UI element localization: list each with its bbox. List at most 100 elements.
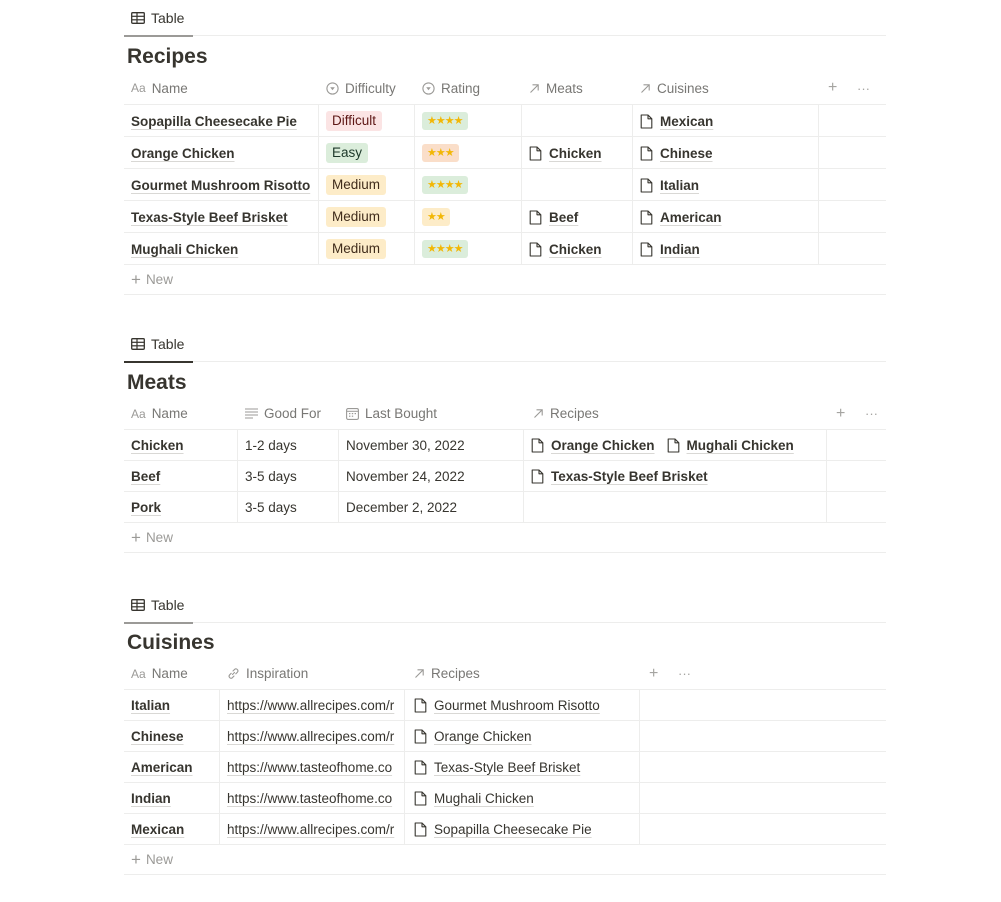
more-options-button[interactable]: ··· — [857, 71, 870, 105]
meat-relation[interactable]: Beef — [529, 210, 578, 225]
recipes-cell[interactable]: Texas-Style Beef Brisket — [405, 752, 640, 783]
empty-cell[interactable] — [640, 752, 886, 783]
empty-cell[interactable] — [819, 233, 886, 265]
inspiration-cell[interactable]: https://www.allrecipes.com/r — [220, 721, 405, 752]
cuisine-name[interactable]: Indian — [131, 791, 171, 806]
inspiration-cell[interactable]: https://www.tasteofhome.co — [220, 752, 405, 783]
recipe-name[interactable]: Gourmet Mushroom Risotto — [131, 178, 310, 193]
cuisines-table-view-tab[interactable]: Table — [124, 587, 193, 624]
recipe-relation[interactable]: Orange Chicken — [531, 438, 655, 453]
inspiration-cell[interactable]: https://www.allrecipes.com/r — [220, 814, 405, 845]
column-header-last-bought[interactable]: Last Bought — [339, 397, 437, 430]
cuisine-name[interactable]: Chinese — [131, 729, 184, 744]
recipes-cell[interactable]: Orange Chicken — [405, 721, 640, 752]
column-header-name[interactable]: Aa Name — [124, 397, 188, 430]
name-cell[interactable]: Pork — [124, 492, 238, 523]
recipe-relation[interactable]: Orange Chicken — [414, 729, 532, 744]
recipe-relation[interactable]: Mughali Chicken — [414, 791, 534, 806]
cuisine-name[interactable]: Mexican — [131, 822, 184, 837]
name-cell[interactable]: Sopapilla Cheesecake Pie — [124, 105, 319, 137]
recipes-table-view-tab[interactable]: Table — [124, 0, 193, 37]
empty-cell[interactable] — [819, 137, 886, 169]
new-row-button[interactable]: + New — [124, 523, 886, 553]
name-cell[interactable]: American — [124, 752, 220, 783]
column-header-good-for[interactable]: Good For — [238, 397, 321, 430]
rating-cell[interactable]: ★★ — [415, 201, 522, 233]
rating-cell[interactable]: ★★★★ — [415, 169, 522, 201]
cuisines-cell[interactable]: Indian — [633, 233, 819, 265]
inspiration-cell[interactable]: https://www.tasteofhome.co — [220, 783, 405, 814]
inspiration-cell[interactable]: https://www.allrecipes.com/r — [220, 690, 405, 721]
table-row[interactable]: Italian https://www.allrecipes.com/r Gourm… — [124, 690, 886, 721]
recipes-cell[interactable]: Orange Chicken Mughali Chicken — [524, 430, 827, 461]
add-column-button[interactable]: + — [828, 71, 837, 105]
name-cell[interactable]: Texas-Style Beef Brisket — [124, 201, 319, 233]
rating-cell[interactable]: ★★★★ — [415, 105, 522, 137]
table-row[interactable]: Sopapilla Cheesecake Pie Difficult ★★★★ Mex… — [124, 105, 886, 137]
meat-name[interactable]: Pork — [131, 500, 161, 515]
column-header-name[interactable]: Aa Name — [124, 71, 188, 105]
recipes-cell[interactable]: Sopapilla Cheesecake Pie — [405, 814, 640, 845]
inspiration-link[interactable]: https://www.tasteofhome.co — [227, 760, 392, 775]
empty-cell[interactable] — [640, 690, 886, 721]
cuisine-name[interactable]: Italian — [131, 698, 170, 713]
inspiration-link[interactable]: https://www.allrecipes.com/r — [227, 729, 394, 744]
empty-cell[interactable] — [640, 721, 886, 752]
empty-cell[interactable] — [827, 461, 886, 492]
table-row[interactable]: Beef 3-5 days November 24, 2022 Texas-Style… — [124, 461, 886, 492]
add-column-button[interactable]: + — [836, 397, 845, 430]
empty-cell[interactable] — [640, 783, 886, 814]
difficulty-cell[interactable]: Medium — [319, 233, 415, 265]
table-row[interactable]: Texas-Style Beef Brisket Medium ★★ Beef Amer… — [124, 201, 886, 233]
difficulty-cell[interactable]: Medium — [319, 169, 415, 201]
table-row[interactable]: Indian https://www.tasteofhome.co Mughali … — [124, 783, 886, 814]
name-cell[interactable]: Beef — [124, 461, 238, 492]
more-options-button[interactable]: ··· — [678, 657, 691, 690]
recipe-name[interactable]: Sopapilla Cheesecake Pie — [131, 114, 297, 129]
cuisine-relation[interactable]: Mexican — [640, 114, 713, 129]
meat-relation[interactable]: Chicken — [529, 146, 602, 161]
column-header-inspiration[interactable]: Inspiration — [220, 657, 308, 690]
column-header-difficulty[interactable]: Difficulty — [319, 71, 396, 105]
meats-cell[interactable]: Chicken — [522, 137, 633, 169]
name-cell[interactable]: Mughali Chicken — [124, 233, 319, 265]
meats-cell[interactable] — [522, 169, 633, 201]
add-column-button[interactable]: + — [649, 657, 658, 690]
last-bought-cell[interactable]: November 30, 2022 — [339, 430, 524, 461]
table-row[interactable]: Mughali Chicken Medium ★★★★ Chicken Indian — [124, 233, 886, 265]
column-header-meats[interactable]: Meats — [522, 71, 583, 105]
empty-cell[interactable] — [819, 169, 886, 201]
name-cell[interactable]: Chicken — [124, 430, 238, 461]
recipe-relation[interactable]: Gourmet Mushroom Risotto — [414, 698, 600, 713]
recipe-name[interactable]: Orange Chicken — [131, 146, 235, 161]
meat-name[interactable]: Chicken — [131, 438, 184, 453]
meat-relation[interactable]: Chicken — [529, 242, 602, 257]
cuisines-cell[interactable]: Mexican — [633, 105, 819, 137]
meat-name[interactable]: Beef — [131, 469, 160, 484]
inspiration-link[interactable]: https://www.tasteofhome.co — [227, 791, 392, 806]
table-row[interactable]: Orange Chicken Easy ★★★ Chicken Chinese — [124, 137, 886, 169]
cuisine-relation[interactable]: Chinese — [640, 146, 713, 161]
cuisines-cell[interactable]: American — [633, 201, 819, 233]
recipe-relation[interactable]: Texas-Style Beef Brisket — [531, 469, 708, 484]
name-cell[interactable]: Gourmet Mushroom Risotto — [124, 169, 319, 201]
name-cell[interactable]: Chinese — [124, 721, 220, 752]
cuisine-relation[interactable]: Italian — [640, 178, 699, 193]
name-cell[interactable]: Indian — [124, 783, 220, 814]
inspiration-link[interactable]: https://www.allrecipes.com/r — [227, 698, 394, 713]
cuisine-name[interactable]: American — [131, 760, 193, 775]
empty-cell[interactable] — [640, 814, 886, 845]
new-row-button[interactable]: + New — [124, 265, 886, 295]
more-options-button[interactable]: ··· — [865, 397, 878, 430]
new-row-button[interactable]: + New — [124, 845, 886, 875]
meats-cell[interactable]: Beef — [522, 201, 633, 233]
column-header-name[interactable]: Aa Name — [124, 657, 188, 690]
meats-table-view-tab[interactable]: Table — [124, 326, 193, 363]
recipe-relation[interactable]: Texas-Style Beef Brisket — [414, 760, 580, 775]
rating-cell[interactable]: ★★★★ — [415, 233, 522, 265]
column-header-recipes[interactable]: Recipes — [407, 657, 480, 690]
empty-cell[interactable] — [819, 105, 886, 137]
good-for-cell[interactable]: 3-5 days — [238, 492, 339, 523]
empty-cell[interactable] — [827, 492, 886, 523]
name-cell[interactable]: Mexican — [124, 814, 220, 845]
